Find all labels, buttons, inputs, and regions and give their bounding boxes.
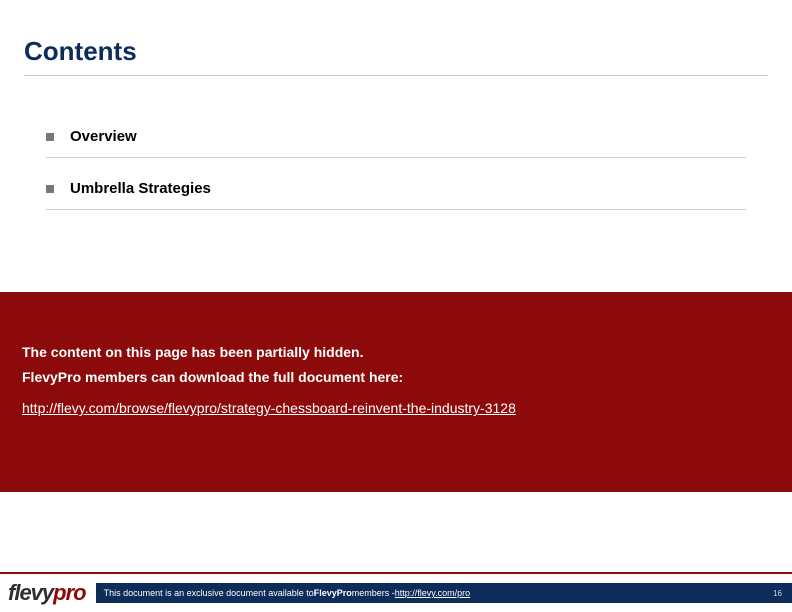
- footer: flevypro This document is an exclusive d…: [0, 572, 792, 612]
- logo-part1: flevy: [8, 580, 53, 606]
- title-area: Contents: [0, 0, 792, 76]
- footer-text-bold: FlevyPro: [314, 588, 352, 598]
- hidden-content-overlay: The content on this page has been partia…: [0, 292, 792, 492]
- list-item: Overview: [46, 106, 746, 158]
- overlay-line1: The content on this page has been partia…: [22, 340, 770, 365]
- footer-bar: This document is an exclusive document a…: [96, 583, 792, 603]
- list-item: Umbrella Strategies: [46, 158, 746, 210]
- footer-link[interactable]: http://flevy.com/pro: [395, 588, 470, 598]
- bullet-icon: [46, 185, 54, 193]
- overlay-download-link[interactable]: http://flevy.com/browse/flevypro/strateg…: [22, 396, 516, 421]
- page-title: Contents: [24, 36, 768, 67]
- page-number: 16: [773, 589, 782, 598]
- footer-text-before: This document is an exclusive document a…: [104, 588, 314, 598]
- slide: Contents Overview Umbrella Strategies Th…: [0, 0, 792, 612]
- logo-part2: pro: [53, 580, 85, 606]
- list-item-label: Overview: [70, 128, 137, 145]
- logo: flevypro: [8, 580, 86, 606]
- footer-text-after: members -: [352, 588, 395, 598]
- bullet-icon: [46, 133, 54, 141]
- list-item-label: Umbrella Strategies: [70, 180, 211, 197]
- contents-list: Overview Umbrella Strategies: [0, 76, 792, 210]
- overlay-line2: FlevyPro members can download the full d…: [22, 365, 770, 390]
